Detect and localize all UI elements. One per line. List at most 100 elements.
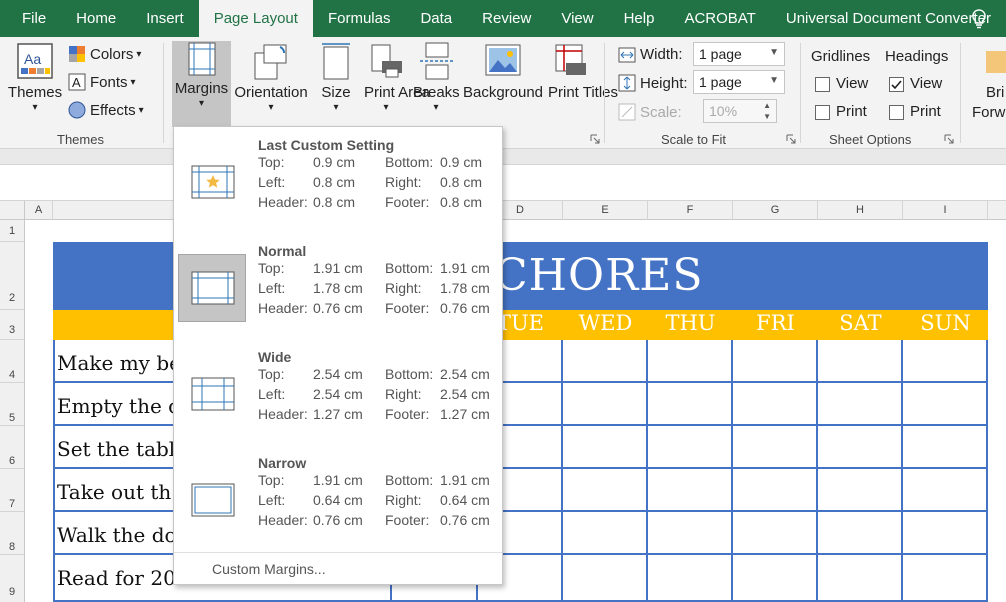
formula-bar[interactable] bbox=[0, 165, 1006, 201]
chore-grid-cell[interactable] bbox=[818, 383, 903, 426]
themes-group-label: Themes bbox=[57, 132, 104, 147]
chore-grid-cell[interactable] bbox=[648, 512, 733, 555]
column-header-next[interactable] bbox=[988, 201, 1006, 220]
tab-view[interactable]: View bbox=[546, 0, 608, 37]
headings-view-checkbox[interactable] bbox=[889, 77, 904, 92]
column-header-i[interactable]: I bbox=[903, 201, 988, 220]
chore-grid-cell[interactable] bbox=[903, 512, 988, 555]
page-setup-dialog-launcher-icon[interactable] bbox=[590, 134, 600, 144]
chore-grid-cell[interactable] bbox=[818, 555, 903, 602]
chore-grid-cell[interactable] bbox=[733, 469, 818, 512]
scale-dialog-launcher-icon[interactable] bbox=[786, 134, 796, 144]
tab-acrobat[interactable]: ACROBAT bbox=[669, 0, 770, 37]
kv-label: Bottom: bbox=[385, 366, 434, 382]
kv-label: Left: bbox=[258, 174, 286, 190]
print-titles-button[interactable]: Print Titles bbox=[548, 41, 618, 103]
kv-label: Header: bbox=[258, 406, 308, 422]
width-select[interactable]: 1 page ▼ bbox=[693, 42, 785, 66]
chore-grid-cell[interactable] bbox=[818, 340, 903, 383]
tab-page-layout[interactable]: Page Layout bbox=[198, 0, 313, 37]
headings-print-checkbox[interactable] bbox=[889, 105, 904, 120]
height-select[interactable]: 1 page ▼ bbox=[693, 70, 785, 94]
margin-option-last-custom[interactable]: Last Custom Setting Top: 0.9 cm Bottom: … bbox=[176, 130, 502, 234]
themes-button[interactable]: Aa Themes ▾ bbox=[6, 41, 64, 113]
gridlines-print-label: Print bbox=[836, 103, 867, 120]
background-button[interactable]: Background bbox=[462, 41, 544, 103]
chore-grid-cell[interactable] bbox=[818, 469, 903, 512]
day-header-thu: THU bbox=[665, 311, 716, 335]
chore-grid-cell[interactable] bbox=[563, 340, 648, 383]
chore-grid-cell[interactable] bbox=[648, 383, 733, 426]
margin-option-normal[interactable]: Normal Top: 1.91 cm Bottom: 1.91 cm Left… bbox=[176, 236, 502, 340]
chore-grid-cell[interactable] bbox=[648, 426, 733, 469]
print-area-button[interactable]: Print Area ▾ bbox=[364, 41, 430, 113]
chore-grid-cell[interactable] bbox=[563, 469, 648, 512]
chore-grid-cell[interactable] bbox=[903, 383, 988, 426]
colors-button[interactable]: Colors ▾ bbox=[68, 45, 141, 63]
lightbulb-icon[interactable] bbox=[970, 9, 988, 29]
chore-grid-cell[interactable] bbox=[648, 469, 733, 512]
height-label-text: Height: bbox=[640, 74, 688, 92]
chevron-down-icon: ▾ bbox=[198, 98, 205, 109]
chore-grid-cell[interactable] bbox=[733, 340, 818, 383]
margins-button[interactable]: Margins ▾ bbox=[172, 41, 231, 127]
chore-grid-cell[interactable] bbox=[733, 383, 818, 426]
row-header-2[interactable]: 2 bbox=[0, 242, 25, 310]
bring-forward-button[interactable]: Bri Forwa bbox=[970, 41, 1006, 123]
chore-grid-cell[interactable] bbox=[903, 555, 988, 602]
select-all-corner[interactable] bbox=[0, 201, 25, 220]
margin-option-narrow[interactable]: Narrow Top: 1.91 cm Bottom: 1.91 cm Left… bbox=[176, 448, 502, 552]
row-header-3[interactable]: 3 bbox=[0, 310, 25, 340]
gridlines-view-checkbox[interactable] bbox=[815, 77, 830, 92]
column-header-h[interactable]: H bbox=[818, 201, 903, 220]
tab-data[interactable]: Data bbox=[405, 0, 467, 37]
chore-grid-cell[interactable] bbox=[733, 512, 818, 555]
row-header-6[interactable]: 6 bbox=[0, 426, 25, 469]
breaks-button[interactable]: Breaks ▾ bbox=[413, 41, 460, 113]
chore-grid-cell[interactable] bbox=[903, 426, 988, 469]
chore-grid-cell[interactable] bbox=[903, 340, 988, 383]
row-header-5[interactable]: 5 bbox=[0, 383, 25, 426]
size-button[interactable]: Size ▾ bbox=[318, 41, 354, 113]
chore-grid-cell[interactable] bbox=[563, 512, 648, 555]
sheet-options-dialog-launcher-icon[interactable] bbox=[944, 134, 954, 144]
column-header-f[interactable]: F bbox=[648, 201, 733, 220]
scale-spinner[interactable]: 10% ▲ ▼ bbox=[703, 99, 777, 123]
chore-grid-cell[interactable] bbox=[903, 469, 988, 512]
option-name: Wide bbox=[258, 349, 292, 365]
fonts-button[interactable]: A Fonts ▾ bbox=[68, 73, 136, 91]
custom-margins-menu-item[interactable]: Custom Margins... bbox=[212, 561, 326, 577]
row-header-1[interactable]: 1 bbox=[0, 220, 25, 242]
sheet-title: CHORES bbox=[494, 250, 704, 301]
background-image-icon bbox=[485, 44, 521, 76]
row-header-4[interactable]: 4 bbox=[0, 340, 25, 383]
tab-formulas[interactable]: Formulas bbox=[313, 0, 406, 37]
orientation-button[interactable]: Orientation ▾ bbox=[233, 41, 309, 113]
kv-label: Top: bbox=[258, 366, 285, 382]
row-header-8[interactable]: 8 bbox=[0, 512, 25, 555]
column-header-g[interactable]: G bbox=[733, 201, 818, 220]
margins-dropdown-menu: Last Custom Setting Top: 0.9 cm Bottom: … bbox=[173, 126, 503, 585]
chore-grid-cell[interactable] bbox=[818, 512, 903, 555]
tab-insert[interactable]: Insert bbox=[131, 0, 199, 37]
chore-grid-cell[interactable] bbox=[733, 555, 818, 602]
chore-grid-cell[interactable] bbox=[563, 426, 648, 469]
tab-file[interactable]: File bbox=[0, 0, 61, 37]
chore-grid-cell[interactable] bbox=[818, 426, 903, 469]
gridlines-print-checkbox[interactable] bbox=[815, 105, 830, 120]
themes-icon: Aa bbox=[17, 43, 53, 79]
tab-home[interactable]: Home bbox=[61, 0, 131, 37]
chore-grid-cell[interactable] bbox=[733, 426, 818, 469]
chore-grid-cell[interactable] bbox=[563, 555, 648, 602]
chore-grid-cell[interactable] bbox=[648, 340, 733, 383]
margin-option-wide[interactable]: Wide Top: 2.54 cm Bottom: 2.54 cm Left: … bbox=[176, 342, 502, 446]
row-header-7[interactable]: 7 bbox=[0, 469, 25, 512]
chore-grid-cell[interactable] bbox=[648, 555, 733, 602]
chore-grid-cell[interactable] bbox=[563, 383, 648, 426]
row-header-9[interactable]: 9 bbox=[0, 555, 25, 602]
tab-review[interactable]: Review bbox=[467, 0, 546, 37]
effects-button[interactable]: Effects ▾ bbox=[68, 101, 144, 119]
column-header-e[interactable]: E bbox=[563, 201, 648, 220]
tab-help[interactable]: Help bbox=[609, 0, 670, 37]
column-header-a[interactable]: A bbox=[25, 201, 53, 220]
